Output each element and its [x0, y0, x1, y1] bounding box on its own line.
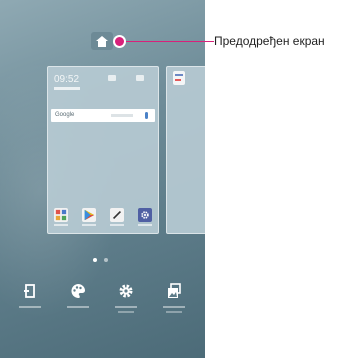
dock-label-placeholder	[19, 306, 41, 308]
app-label-placeholder	[82, 224, 96, 226]
settings-button[interactable]	[111, 283, 141, 313]
home-icon	[96, 35, 108, 47]
default-screen-home-button[interactable]	[91, 32, 113, 50]
preview-clock: 09:52	[54, 74, 80, 85]
page-dot	[104, 258, 108, 262]
preview-app-row	[54, 208, 152, 222]
app-label-placeholder	[54, 224, 68, 226]
wallpapers-button[interactable]	[159, 283, 189, 313]
app-label-placeholder	[138, 224, 152, 226]
pen-icon	[110, 208, 124, 222]
wallpaper-icon	[168, 283, 181, 298]
mic-icon	[145, 112, 148, 119]
grid-app-icon	[54, 208, 68, 222]
preview-search-bar: Google	[51, 109, 155, 122]
themes-button[interactable]	[63, 283, 93, 308]
preview-weather-icon-2	[136, 75, 144, 81]
gear-icon	[119, 284, 133, 298]
dock-label-placeholder	[115, 306, 137, 308]
dock-label-placeholder	[118, 311, 134, 313]
palette-icon	[71, 284, 85, 299]
widget-icon	[24, 284, 35, 298]
widgets-button[interactable]	[15, 283, 45, 308]
preview-search-placeholder	[111, 114, 133, 117]
callout-line	[123, 41, 214, 42]
play-store-icon	[82, 208, 96, 222]
home-screen-editor: 09:52 Google	[0, 0, 205, 358]
edit-options-dock	[0, 283, 205, 333]
preview-search-logo: Google	[55, 112, 75, 118]
page-indicator	[93, 258, 108, 262]
home-screen-page-preview[interactable]: 09:52 Google	[47, 66, 159, 234]
dock-label-placeholder	[166, 311, 182, 313]
settings-app-icon	[138, 208, 152, 222]
dock-label-placeholder	[67, 306, 89, 308]
app-label-placeholder	[110, 224, 124, 226]
preview-date-placeholder	[54, 87, 80, 90]
callout-label: Предодређен екран	[214, 34, 325, 48]
next-page-preview[interactable]	[166, 66, 205, 234]
page-dot-active	[93, 258, 97, 262]
dock-label-placeholder	[163, 306, 185, 308]
calendar-icon	[173, 71, 185, 85]
callout-marker	[115, 37, 124, 46]
preview-weather-icon	[108, 75, 116, 81]
